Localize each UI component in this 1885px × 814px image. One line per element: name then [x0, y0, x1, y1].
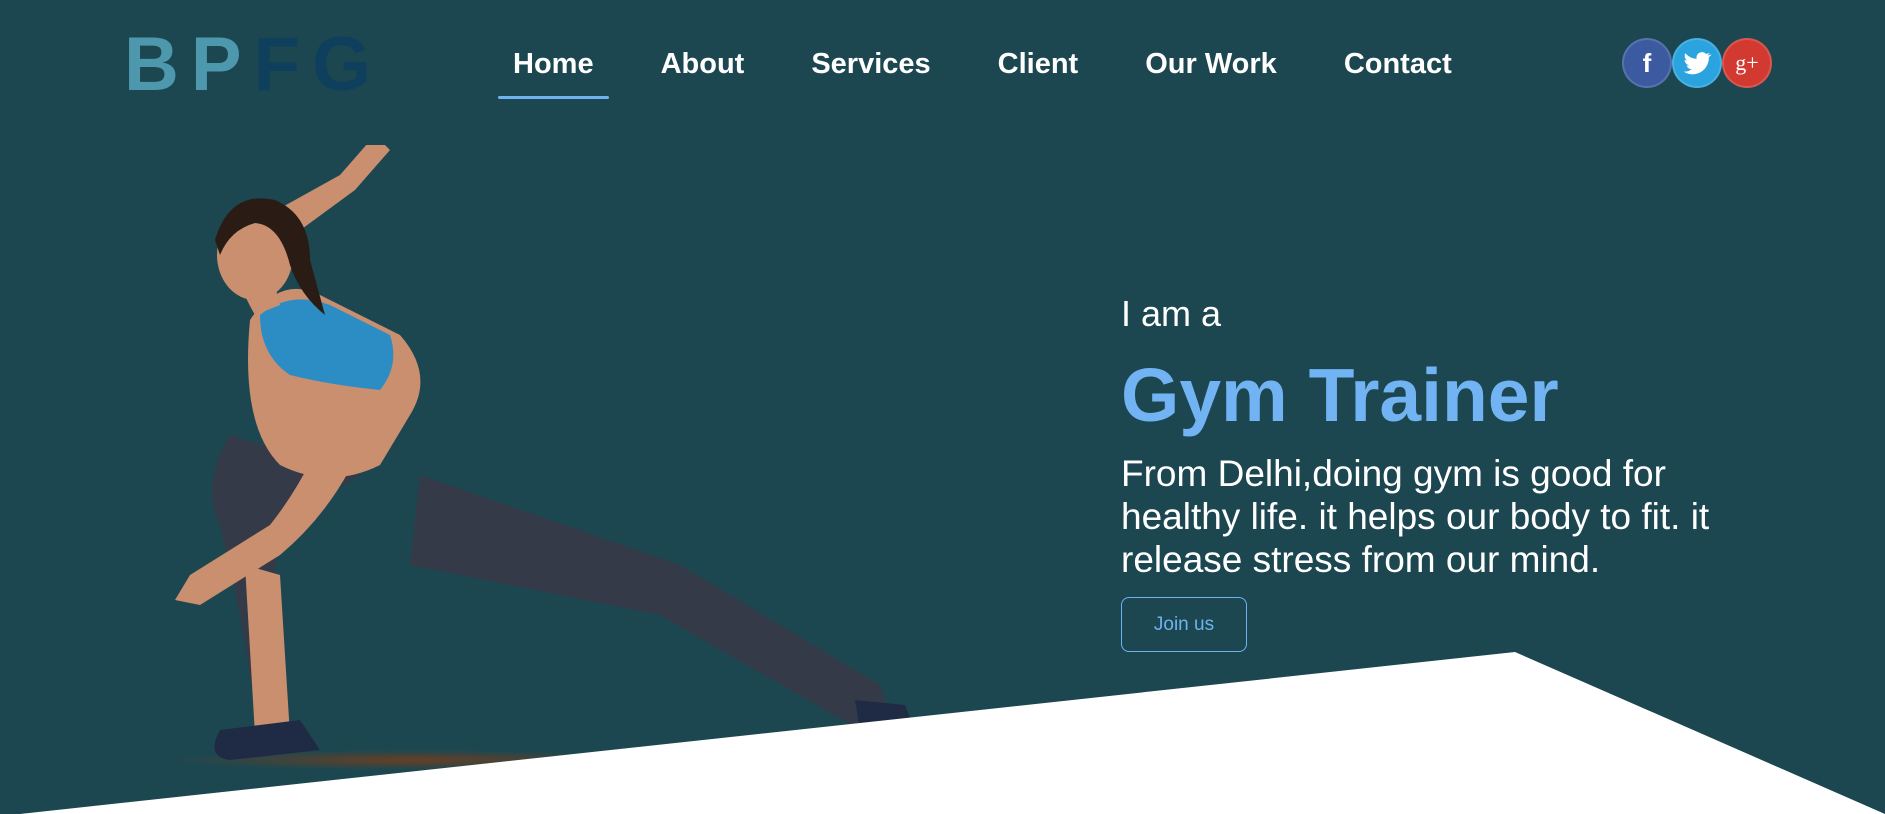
nav-home[interactable]: Home [498, 40, 609, 99]
hero-intro: I am a [1121, 293, 1222, 334]
nav-client[interactable]: Client [983, 40, 1094, 99]
twitter-button[interactable] [1672, 38, 1722, 88]
twitter-icon [1683, 52, 1712, 75]
svg-text:g+: g+ [1735, 50, 1758, 75]
main-nav: Home About Services Client Our Work Cont… [498, 40, 1504, 100]
google-plus-icon: g+ [1735, 50, 1758, 75]
nav-our-work[interactable]: Our Work [1130, 40, 1292, 99]
join-us-button[interactable]: Join us [1121, 597, 1247, 652]
facebook-button[interactable]: f [1622, 38, 1672, 88]
nav-about[interactable]: About [646, 40, 760, 99]
google-plus-button[interactable]: g+ [1722, 38, 1772, 88]
site-header: BPFG Home About Services Client Our Work… [0, 0, 1885, 130]
athlete-image [170, 145, 915, 770]
logo-part-2: FG [253, 22, 384, 107]
hero-role: Gym Trainer [1121, 353, 1559, 437]
site-logo[interactable]: BPFG [124, 22, 383, 108]
logo-part-1: BP [124, 22, 254, 107]
hero-description: From Delhi,doing gym is good for healthy… [1121, 453, 1710, 580]
svg-text:f: f [1643, 48, 1652, 78]
nav-contact[interactable]: Contact [1329, 40, 1467, 99]
facebook-icon: f [1643, 48, 1652, 78]
nav-services[interactable]: Services [796, 40, 945, 99]
social-links: f g+ [1622, 38, 1772, 88]
